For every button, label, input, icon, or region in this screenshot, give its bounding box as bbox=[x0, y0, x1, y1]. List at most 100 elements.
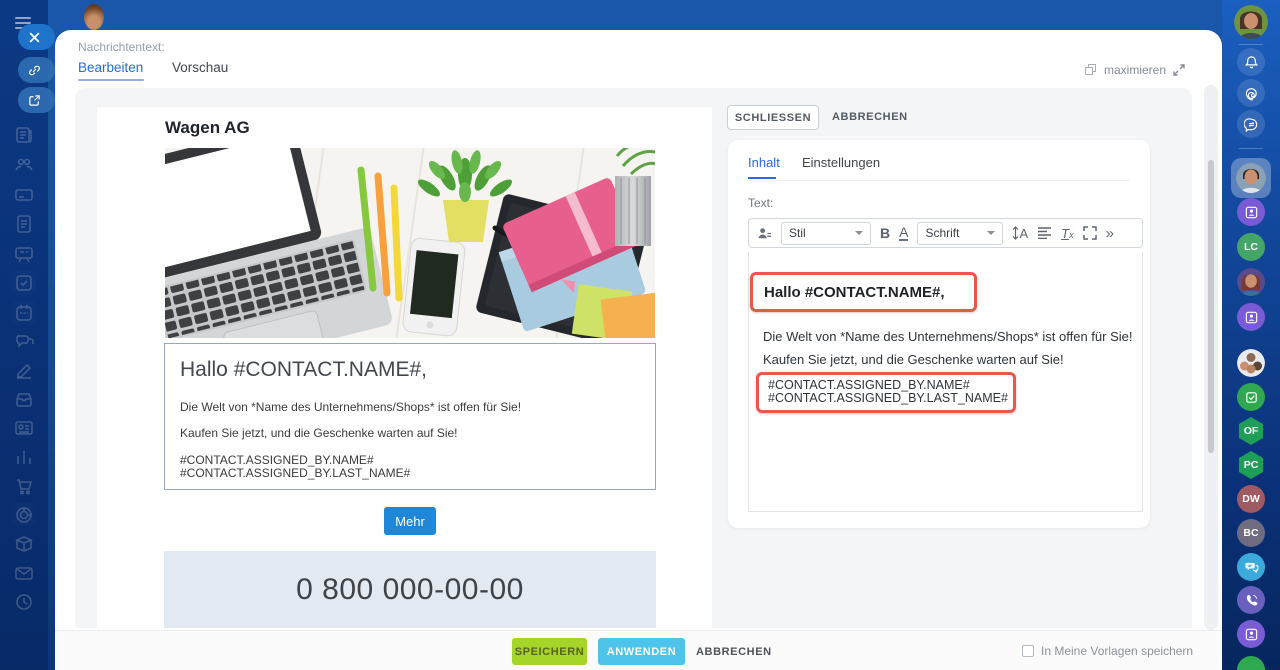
news-icon[interactable] bbox=[14, 125, 34, 145]
tab-vorschau[interactable]: Vorschau bbox=[172, 60, 228, 75]
email-preview: Wagen AG Hallo #CONTACT.NAME#, Die Welt … bbox=[97, 107, 712, 628]
email-phone-footer: 0 800 000-00-00 bbox=[164, 551, 656, 628]
profile-avatar[interactable] bbox=[1234, 5, 1268, 39]
chat-avatar-man[interactable] bbox=[1236, 163, 1266, 193]
speichern-button[interactable]: SPEICHERN bbox=[512, 638, 587, 665]
editor-body-line-1: Die Welt von *Name des Unternehmens/Shop… bbox=[763, 329, 1133, 344]
contact-badge-icon bbox=[1245, 206, 1257, 218]
chat-sync-icon bbox=[1243, 117, 1257, 132]
phone-icon bbox=[1246, 594, 1257, 606]
clear-format-button[interactable]: Tx bbox=[1061, 226, 1073, 241]
messenger-button[interactable] bbox=[1237, 110, 1265, 138]
slider-panel: Nachrichtentext: Bearbeiten Vorschau max… bbox=[55, 30, 1222, 670]
chat-item-tasks[interactable] bbox=[1237, 383, 1265, 411]
open-in-new-button[interactable] bbox=[18, 87, 55, 113]
caret-down-icon bbox=[855, 231, 863, 235]
text-field-label: Text: bbox=[748, 196, 774, 210]
chat-item-dw[interactable]: DW bbox=[1237, 485, 1265, 513]
users-icon[interactable] bbox=[14, 155, 34, 175]
cart-icon[interactable] bbox=[14, 476, 34, 496]
align-button[interactable] bbox=[1037, 227, 1052, 239]
rail-divider bbox=[1239, 148, 1263, 149]
rail-divider bbox=[1239, 44, 1263, 45]
email-body-line-1: Die Welt von *Name des Unternehmens/Shop… bbox=[180, 400, 522, 414]
updown-arrow-icon bbox=[1013, 226, 1019, 240]
chat-item-pc[interactable]: PC bbox=[1238, 451, 1264, 479]
chat-item-partial[interactable] bbox=[1237, 656, 1265, 670]
more-button[interactable]: Mehr bbox=[384, 507, 436, 535]
drawer-icon[interactable] bbox=[14, 389, 34, 409]
chat-avatar-woman[interactable] bbox=[1237, 268, 1265, 296]
style-select[interactable]: Stil bbox=[781, 221, 871, 245]
chat-icon[interactable] bbox=[14, 331, 34, 351]
external-link-icon bbox=[29, 94, 40, 106]
crm-target-icon[interactable] bbox=[12, 503, 36, 527]
editor-body-line-2: Kaufen Sie jetzt, und die Geschenke wart… bbox=[763, 352, 1064, 367]
contact-card-icon[interactable] bbox=[14, 418, 34, 438]
task-check-icon[interactable] bbox=[12, 271, 36, 295]
notifications-button[interactable] bbox=[1237, 48, 1265, 76]
card-icon[interactable] bbox=[14, 185, 34, 205]
schliessen-button[interactable]: SCHLIESSEN bbox=[727, 105, 819, 130]
anwenden-button[interactable]: ANWENDEN bbox=[598, 638, 685, 665]
tab-bearbeiten[interactable]: Bearbeiten bbox=[78, 60, 143, 75]
editor-content-area[interactable]: Hallo #CONTACT.NAME#, Die Welt von *Name… bbox=[748, 252, 1143, 512]
scrollbar-thumb[interactable] bbox=[1208, 160, 1214, 453]
tab-einstellungen[interactable]: Einstellungen bbox=[802, 155, 880, 170]
caret-down-icon bbox=[987, 231, 996, 235]
copilot-spiral-icon bbox=[1245, 87, 1257, 101]
active-tab-underline bbox=[78, 79, 144, 81]
fullscreen-button[interactable] bbox=[1082, 226, 1097, 240]
active-chat-highlight[interactable] bbox=[1231, 158, 1271, 198]
app-window: Nachrichtentext: Bearbeiten Vorschau max… bbox=[0, 0, 1280, 670]
editor-tab-underline bbox=[748, 177, 776, 179]
email-placeholder-1: #CONTACT.ASSIGNED_BY.NAME# bbox=[180, 453, 374, 467]
tab-inhalt[interactable]: Inhalt bbox=[748, 155, 780, 170]
chat-item-contact[interactable] bbox=[1237, 620, 1265, 648]
maximize-control[interactable]: maximieren bbox=[1085, 63, 1185, 77]
right-sidebar: LC OF PC DW BC bbox=[1222, 0, 1280, 670]
sign-pen-icon[interactable] bbox=[14, 360, 34, 380]
toolbar-more-button[interactable]: » bbox=[1106, 225, 1114, 242]
font-size-button[interactable]: A bbox=[1012, 226, 1028, 241]
stats-icon[interactable] bbox=[14, 447, 34, 467]
field-label: Nachrichtentext: bbox=[78, 40, 165, 54]
close-slider-button[interactable] bbox=[18, 24, 55, 50]
chat-group-avatar[interactable] bbox=[1237, 349, 1265, 377]
bell-icon bbox=[1244, 55, 1258, 68]
contact-badge-icon bbox=[1245, 628, 1257, 640]
calendar-icon[interactable] bbox=[12, 301, 36, 325]
close-icon bbox=[29, 32, 40, 42]
abbrechen-button-bottom[interactable]: ABBRECHEN bbox=[696, 638, 772, 665]
contact-badge-icon bbox=[1245, 311, 1257, 323]
chat-item-contact[interactable] bbox=[1237, 303, 1265, 331]
email-greeting: Hallo #CONTACT.NAME#, bbox=[180, 358, 427, 381]
restore-window-icon bbox=[1085, 64, 1097, 76]
presentation-icon[interactable] bbox=[14, 244, 34, 264]
chat-item-contact[interactable] bbox=[1237, 198, 1265, 226]
save-template-checkbox[interactable] bbox=[1022, 645, 1034, 657]
bold-button[interactable]: B bbox=[880, 225, 890, 241]
copilot-button[interactable] bbox=[1237, 79, 1265, 107]
editor-placeholder-1: #CONTACT.ASSIGNED_BY.NAME# bbox=[768, 378, 970, 392]
chat-item-lc[interactable]: LC bbox=[1237, 233, 1265, 261]
maximize-label: maximieren bbox=[1104, 63, 1167, 77]
font-select[interactable]: Schrift bbox=[917, 221, 1004, 245]
document-icon[interactable] bbox=[14, 214, 34, 234]
chat-item-of[interactable]: OF bbox=[1238, 417, 1264, 445]
chat-item-telephony[interactable] bbox=[1237, 586, 1265, 614]
copy-link-button[interactable] bbox=[18, 57, 55, 83]
mention-person-icon[interactable] bbox=[757, 226, 772, 241]
mail-icon[interactable] bbox=[14, 563, 34, 583]
text-color-button[interactable]: A bbox=[899, 225, 909, 241]
email-company-name: Wagen AG bbox=[165, 118, 250, 137]
chat-item-channel[interactable] bbox=[1237, 553, 1265, 581]
chat-item-bc[interactable]: BC bbox=[1237, 519, 1265, 547]
check-square-icon bbox=[1245, 391, 1257, 403]
editor-placeholder-2: #CONTACT.ASSIGNED_BY.LAST_NAME# bbox=[768, 391, 1008, 405]
abbrechen-button-top[interactable]: ABBRECHEN bbox=[832, 111, 908, 123]
box-icon[interactable] bbox=[14, 534, 34, 554]
clock-icon[interactable] bbox=[14, 592, 34, 612]
editor-greeting: Hallo #CONTACT.NAME#, bbox=[764, 284, 945, 301]
expand-arrows-icon bbox=[1173, 64, 1185, 76]
